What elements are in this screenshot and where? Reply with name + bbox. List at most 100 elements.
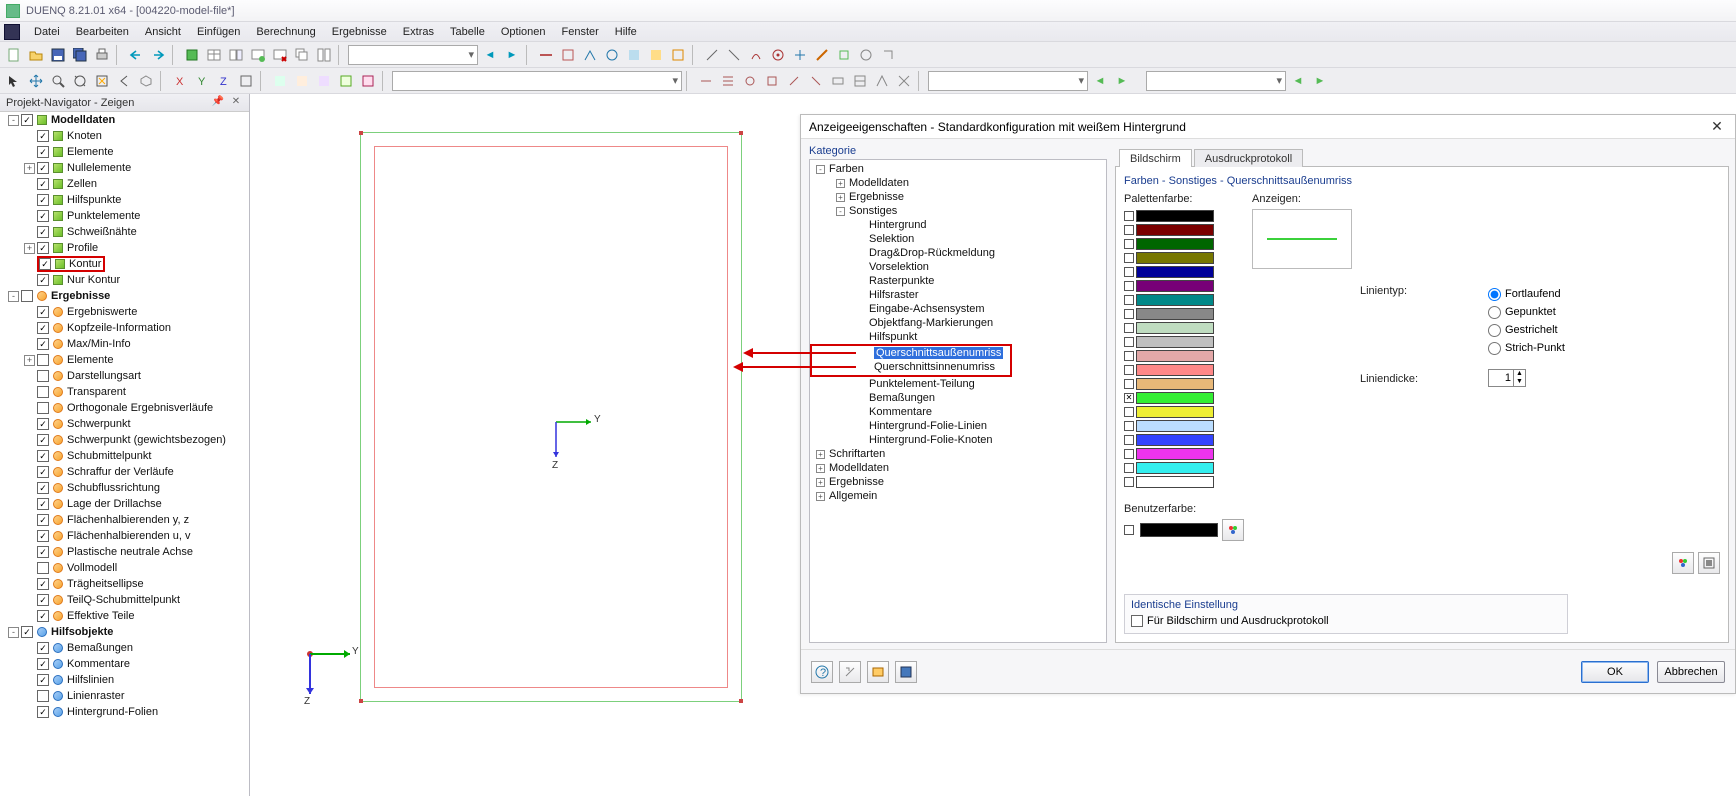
tool2-snap1[interactable]: [270, 71, 290, 91]
category-item[interactable]: +Ergebnisse: [810, 475, 1106, 489]
nav-item[interactable]: Nur Kontur: [0, 272, 249, 288]
palette-swatch[interactable]: [1124, 279, 1244, 293]
category-item[interactable]: Hilfsraster: [810, 288, 1106, 302]
nav-item[interactable]: +Elemente: [0, 352, 249, 368]
nav-item[interactable]: TeilQ-Schubmittelpunkt: [0, 592, 249, 608]
tool-saveall[interactable]: [70, 45, 90, 65]
dialog-close-icon[interactable]: ✕: [1707, 117, 1727, 137]
tool2-vz[interactable]: Z: [214, 71, 234, 91]
tool2-move[interactable]: [26, 71, 46, 91]
tool-d4[interactable]: [768, 45, 788, 65]
palette-swatch[interactable]: [1124, 461, 1244, 475]
category-item[interactable]: Drag&Drop-Rückmeldung: [810, 246, 1106, 260]
tool-r4[interactable]: [602, 45, 622, 65]
navigator-tree[interactable]: -ModelldatenKnotenElemente+NullelementeZ…: [0, 112, 249, 796]
tool-d9[interactable]: [878, 45, 898, 65]
palette-swatch[interactable]: [1124, 349, 1244, 363]
combo-loadcase[interactable]: [348, 45, 478, 65]
menu-einfuegen[interactable]: Einfügen: [195, 25, 242, 39]
palette-swatch[interactable]: [1124, 335, 1244, 349]
footer-help-button[interactable]: ?: [811, 661, 833, 683]
palette-swatches[interactable]: [1124, 209, 1244, 489]
tool2-m1[interactable]: [696, 71, 716, 91]
category-item[interactable]: Eingabe-Achsensystem: [810, 302, 1106, 316]
palette-swatch[interactable]: [1124, 209, 1244, 223]
tool-d8[interactable]: [856, 45, 876, 65]
category-item[interactable]: Hintergrund-Folie-Linien: [810, 419, 1106, 433]
footer-load-button[interactable]: [867, 661, 889, 683]
palette-swatch[interactable]: [1124, 475, 1244, 489]
spinner-up-icon[interactable]: ▲: [1513, 370, 1525, 378]
linetype-option-2[interactable]: Gestrichelt: [1488, 321, 1618, 339]
nav-item[interactable]: Flächenhalbierenden u, v: [0, 528, 249, 544]
palette-swatch[interactable]: [1124, 405, 1244, 419]
tool2-vortho[interactable]: [236, 71, 256, 91]
tool-d6[interactable]: [812, 45, 832, 65]
usercolor-picker-button[interactable]: [1222, 519, 1244, 541]
tool2-snap5[interactable]: [358, 71, 378, 91]
tool2-m5[interactable]: [784, 71, 804, 91]
category-item[interactable]: +Modelldaten: [810, 176, 1106, 190]
nav-item[interactable]: Transparent: [0, 384, 249, 400]
tool2-m9[interactable]: [872, 71, 892, 91]
nav-item[interactable]: -Ergebnisse: [0, 288, 249, 304]
nav-item[interactable]: Schubflussrichtung: [0, 480, 249, 496]
nav-item[interactable]: Schweißnähte: [0, 224, 249, 240]
nav-item[interactable]: Max/Min-Info: [0, 336, 249, 352]
nav-item[interactable]: Orthogonale Ergebnisverläufe: [0, 400, 249, 416]
tool2-m8[interactable]: [850, 71, 870, 91]
cancel-button[interactable]: Abbrechen: [1657, 661, 1725, 683]
tool-undo[interactable]: [126, 45, 146, 65]
nav-item[interactable]: Kopfzeile-Information: [0, 320, 249, 336]
palette-swatch[interactable]: [1124, 293, 1244, 307]
combo-filter[interactable]: [928, 71, 1088, 91]
tool-lc-prev[interactable]: ◄: [480, 45, 500, 65]
tab-print[interactable]: Ausdruckprotokoll: [1194, 149, 1303, 167]
tool2-arrow[interactable]: [4, 71, 24, 91]
tool-compute[interactable]: [182, 45, 202, 65]
tool-lc-next[interactable]: ►: [502, 45, 522, 65]
tool-r3[interactable]: [580, 45, 600, 65]
navigator-close-icon[interactable]: ✕: [229, 96, 243, 110]
tool-r6[interactable]: [646, 45, 666, 65]
category-item[interactable]: Bemaßungen: [810, 391, 1106, 405]
tool-print[interactable]: [92, 45, 112, 65]
category-tree[interactable]: -Farben+Modelldaten+Ergebnisse-Sonstiges…: [809, 159, 1107, 643]
menu-optionen[interactable]: Optionen: [499, 25, 548, 39]
tool-d5[interactable]: [790, 45, 810, 65]
footer-default-button[interactable]: [839, 661, 861, 683]
tool2-m2[interactable]: [718, 71, 738, 91]
nav-item[interactable]: Lage der Drillachse: [0, 496, 249, 512]
nav-item[interactable]: Trägheitsellipse: [0, 576, 249, 592]
tool2-fit[interactable]: [92, 71, 112, 91]
tool2-f-next[interactable]: ►: [1112, 71, 1132, 91]
palette-swatch[interactable]: [1124, 419, 1244, 433]
menu-datei[interactable]: Datei: [32, 25, 62, 39]
tool2-m7[interactable]: [828, 71, 848, 91]
tool-r1[interactable]: [536, 45, 556, 65]
category-item[interactable]: Objektfang-Markierungen: [810, 316, 1106, 330]
tool-cascade[interactable]: [292, 45, 312, 65]
linetype-option-1[interactable]: Gepunktet: [1488, 303, 1618, 321]
category-item[interactable]: +Modelldaten: [810, 461, 1106, 475]
tool2-m4[interactable]: [762, 71, 782, 91]
tool-new[interactable]: [4, 45, 24, 65]
nav-item[interactable]: -Hilfsobjekte: [0, 624, 249, 640]
category-item[interactable]: Selektion: [810, 232, 1106, 246]
identical-checkbox[interactable]: Für Bildschirm und Ausdruckprotokoll: [1131, 615, 1561, 627]
reset-palette-button[interactable]: [1698, 552, 1720, 574]
nav-item[interactable]: +Profile: [0, 240, 249, 256]
palette-swatch[interactable]: [1124, 447, 1244, 461]
category-item[interactable]: -Farben: [810, 162, 1106, 176]
tool-table[interactable]: [204, 45, 224, 65]
category-item[interactable]: Hilfspunkt: [810, 330, 1106, 344]
nav-item[interactable]: Schraffur der Verläufe: [0, 464, 249, 480]
tool2-vx[interactable]: X: [170, 71, 190, 91]
nav-item[interactable]: Plastische neutrale Achse: [0, 544, 249, 560]
tool-d2[interactable]: [724, 45, 744, 65]
tool2-snap2[interactable]: [292, 71, 312, 91]
category-item[interactable]: Vorselektion: [810, 260, 1106, 274]
category-item[interactable]: Rasterpunkte: [810, 274, 1106, 288]
menu-tabelle[interactable]: Tabelle: [448, 25, 487, 39]
tool2-f2-next[interactable]: ►: [1310, 71, 1330, 91]
